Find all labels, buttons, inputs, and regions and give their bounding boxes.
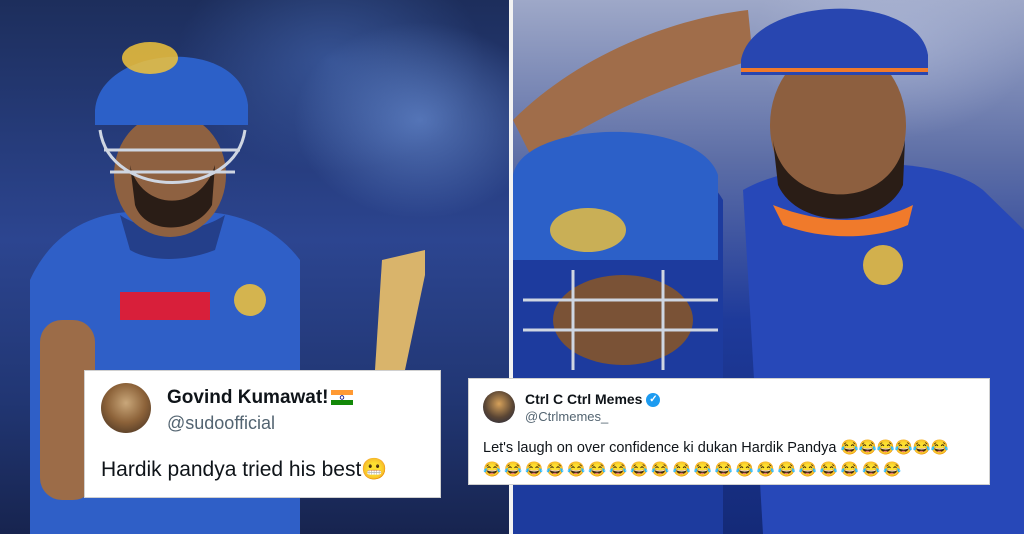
india-flag-icon	[330, 390, 353, 406]
tweet-author-name: Govind Kumawat!	[167, 387, 353, 409]
tweet-card-right: Ctrl C Ctrl Memes ✓ @Ctrlmemes_ Let's lau…	[468, 378, 990, 485]
user-avatar	[101, 383, 151, 433]
tweet-text-line-1: Let's laugh on over confidence ki dukan …	[483, 440, 949, 456]
jersey-badge	[863, 245, 903, 285]
cricket-bat	[375, 250, 425, 370]
tweet-text: Hardik pandya tried his best😬	[101, 458, 388, 481]
sponsor-patch	[120, 292, 210, 320]
captain-cap	[741, 8, 928, 76]
user-avatar	[483, 391, 515, 423]
tweet-author-name: Ctrl C Ctrl Memes ✓	[525, 391, 661, 408]
tweet-author-handle: @sudoofficial	[167, 413, 275, 433]
tweet-text-line-2: 😂😂😂😂😂😂😂😂😂😂😂😂😂😂😂😂😂😂😂😂	[483, 462, 905, 478]
verified-badge-icon: ✓	[646, 393, 661, 408]
team-badge	[234, 284, 266, 316]
tweet-card-left: Govind Kumawat! @sudoofficial Hardik pan…	[84, 370, 441, 498]
front-helmet-logo	[550, 208, 626, 252]
helmet-logo	[122, 42, 178, 74]
tweet-author-handle: @Ctrlmemes_	[525, 409, 609, 424]
